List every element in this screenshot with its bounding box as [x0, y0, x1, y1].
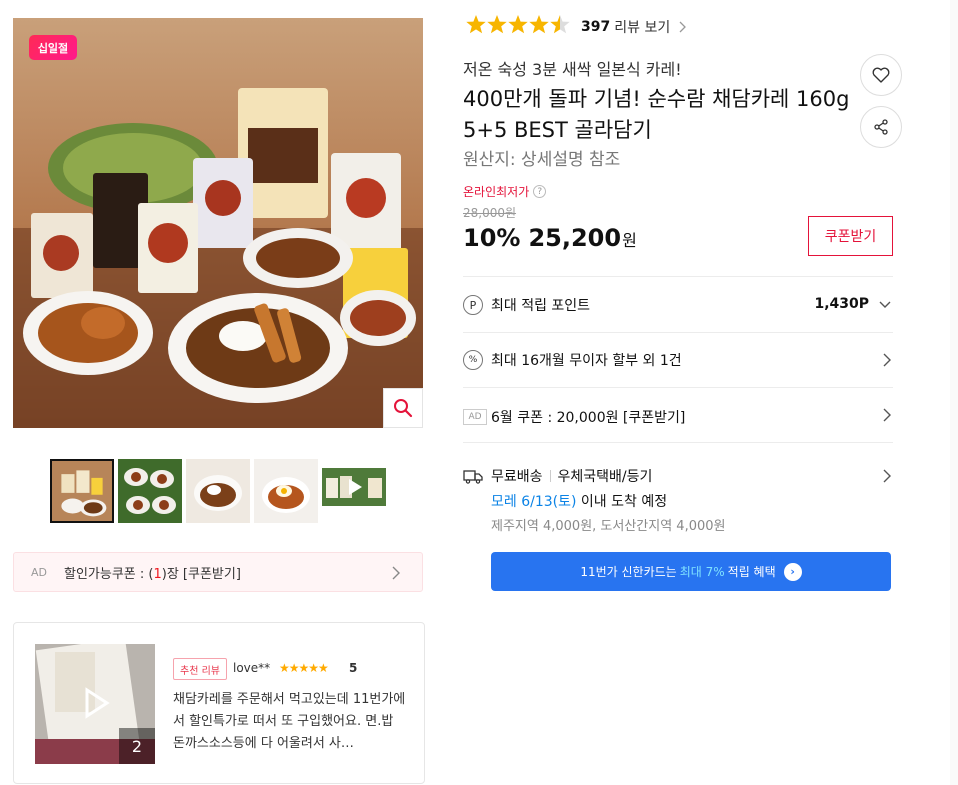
thumbnail-3[interactable]: [186, 459, 250, 523]
free-shipping: 무료배송: [491, 469, 543, 485]
currency-unit: 원: [622, 231, 637, 250]
installment-text: 최대 16개월 무이자 할부 외 1건: [491, 353, 682, 369]
rating-stars: [465, 14, 573, 41]
points-row[interactable]: P 최대 적립 포인트 1,430P: [463, 276, 893, 332]
product-main-image[interactable]: [13, 18, 423, 428]
divider: [549, 470, 551, 482]
ad-coupon-bar[interactable]: AD 할인가능쿠폰 : (1)장 [쿠폰받기]: [13, 552, 423, 592]
ad-label: AD: [463, 409, 487, 425]
installment-row[interactable]: % 최대 16개월 무이자 할부 외 1건: [463, 332, 893, 387]
thumbnail-1[interactable]: [50, 459, 114, 523]
delivery-date: 모레 6/13(토): [491, 494, 577, 510]
june-coupon-row[interactable]: AD 6월 쿠폰 : 20,000원 [쿠폰받기]: [463, 387, 893, 442]
chevron-right-icon: [883, 469, 891, 483]
thumbnail-2[interactable]: [118, 459, 182, 523]
share-button[interactable]: [860, 106, 902, 148]
chevron-down-icon: [879, 301, 891, 308]
scrollbar[interactable]: [950, 0, 958, 785]
review-count: 397: [581, 19, 611, 35]
wishlist-button[interactable]: [860, 54, 902, 96]
review-card[interactable]: 2 추천 리뷰 love** ★★★★★ 5 채담카레를 주문해서 먹고있는데 …: [13, 622, 425, 784]
share-icon: [874, 119, 888, 135]
june-coupon-text: 6월 쿠폰 : 20,000원 [쿠폰받기]: [491, 410, 686, 426]
product-subtitle: 저온 숙성 3분 새싹 일본식 카레!: [463, 60, 682, 79]
product-title: 400만개 돌파 기념! 순수람 채담카레 160g 5+5 BEST 골라담기: [463, 87, 850, 142]
shipping-row[interactable]: 무료배송 우체국택배/등기 모레 6/13(토) 이내 도착 예정 제주지역 4…: [463, 442, 893, 542]
ad-label: AD: [31, 565, 47, 579]
discount-rate: 10%: [463, 224, 521, 252]
thumbnail-4[interactable]: [254, 459, 318, 523]
delivery-estimate: 모레 6/13(토) 이내 도착 예정: [491, 491, 667, 511]
review-score: 5: [349, 661, 358, 675]
chevron-right-icon: [883, 353, 891, 367]
help-icon[interactable]: ?: [533, 185, 547, 198]
ad-coupon-text: 할인가능쿠폰 : (1)장 [쿠폰받기]: [64, 566, 241, 582]
review-body: 채담카레를 주문해서 먹고있는데 11번가에서 할인특가로 떠서 또 구입했어요…: [173, 692, 406, 751]
shinhan-card-banner[interactable]: 11번가 신한카드는 최대 7% 적립 혜택 ›: [491, 552, 891, 591]
card-banner-highlight: 최대 7%: [679, 565, 725, 579]
recommended-review-tag: 추천 리뷰: [173, 658, 227, 680]
points-value: 1,430P: [814, 296, 869, 312]
eleven-day-badge: 십일절: [29, 35, 77, 60]
truck-icon: [463, 470, 483, 484]
sale-price: 25,200: [528, 224, 622, 252]
card-banner-text: 11번가 신한카드는: [580, 565, 677, 579]
review-stars: ★★★★★: [279, 661, 329, 675]
chevron-right-icon: [679, 21, 687, 33]
review-photo[interactable]: 2: [35, 644, 155, 764]
chevron-right-icon: [392, 566, 400, 580]
product-origin: 원산지: 상세설명 참조: [463, 150, 621, 170]
extra-shipping-fee: 제주지역 4,000원, 도서산간지역 4,000원: [491, 519, 726, 534]
ad-coupon-count: 1: [153, 566, 162, 582]
coupon-button[interactable]: 쿠폰받기: [808, 216, 893, 256]
rating-row[interactable]: 397 리뷰 보기: [465, 14, 687, 41]
online-lowest-label: 온라인최저가 ?: [463, 183, 547, 200]
review-photo-count: 2: [119, 728, 155, 764]
thumbnail-5-video[interactable]: [322, 468, 386, 506]
arrow-right-icon: ›: [783, 562, 802, 581]
review-user: love**: [233, 661, 271, 675]
magnifier-icon: [394, 399, 413, 418]
percent-icon: %: [463, 350, 483, 370]
original-price: 28,000원: [463, 206, 517, 220]
zoom-button[interactable]: [383, 388, 423, 428]
chevron-right-icon: [883, 408, 891, 422]
delivery-suffix: 이내 도착 예정: [576, 494, 668, 510]
heart-icon: [872, 67, 890, 83]
review-link[interactable]: 리뷰 보기: [614, 17, 670, 37]
shipping-method: 우체국택배/등기: [557, 469, 653, 485]
points-label: 최대 적립 포인트: [491, 298, 591, 314]
point-icon: P: [463, 295, 483, 315]
card-banner-suffix: 적립 혜택: [727, 565, 776, 579]
price-row: 10% 25,200 원: [463, 224, 637, 252]
